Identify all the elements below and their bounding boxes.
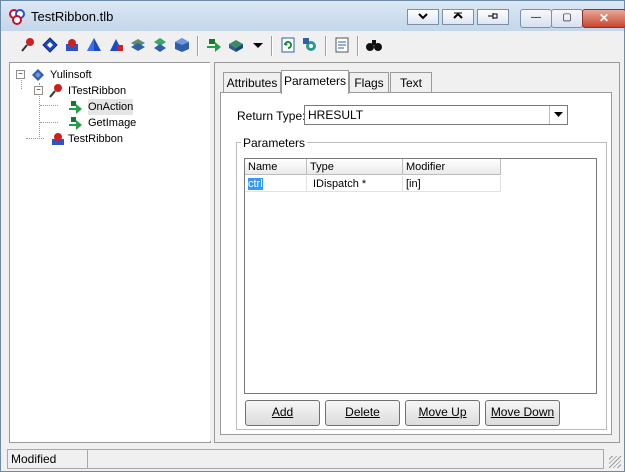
tree-line	[26, 138, 44, 139]
close-button[interactable]: ✕	[582, 9, 625, 28]
tile-icon[interactable]	[227, 36, 245, 54]
window-title: TestRibbon.tlb	[31, 9, 114, 24]
resize-grip-icon[interactable]	[609, 456, 621, 468]
diamond-icon[interactable]	[41, 36, 59, 54]
delete-button[interactable]: Delete	[325, 400, 400, 426]
move-down-button[interactable]: Move Down	[485, 400, 560, 426]
toolbar	[9, 32, 621, 60]
return-type-label: Return Type:	[237, 109, 306, 123]
coclass-icon	[52, 133, 64, 145]
selected-cell-text[interactable]: ctrl	[248, 178, 263, 190]
pyramid-icon[interactable]	[85, 36, 103, 54]
parameters-group-title: Parameters	[241, 136, 308, 150]
cube-icon[interactable]	[173, 36, 191, 54]
method-icon	[69, 101, 82, 114]
add-button-label: Add	[271, 405, 294, 419]
layers-icon[interactable]	[129, 36, 147, 54]
pin-button[interactable]	[477, 9, 509, 25]
chevron-down-icon	[418, 13, 428, 20]
status-panel	[87, 449, 604, 469]
minimize-icon: —	[531, 12, 541, 23]
tree-item-testribbon[interactable]: TestRibbon	[68, 131, 123, 147]
tab-attributes[interactable]: Attributes	[223, 72, 281, 93]
chevron-up-icon	[453, 12, 463, 19]
tree-item-yulinsoft[interactable]: Yulinsoft	[50, 67, 92, 83]
status-text: Modified	[7, 449, 88, 469]
library-icon	[32, 69, 44, 81]
table-row-cell-modifier[interactable]: [in]	[403, 176, 501, 192]
root-expander[interactable]: −	[16, 70, 25, 79]
pin-icon[interactable]	[19, 36, 37, 54]
refresh-icon[interactable]	[279, 36, 297, 54]
parameters-list[interactable]: Name Type Modifier ctrl IDispatch * [in]	[244, 158, 597, 394]
down-arrow-button[interactable]	[407, 9, 439, 25]
toolbar-separator	[357, 36, 359, 56]
top-button[interactable]	[442, 9, 474, 25]
minimize-button[interactable]: —	[520, 9, 552, 28]
interface-pin-icon	[49, 84, 62, 98]
main-window: TestRibbon.tlb — ▢ ✕ − Yulinsoft − ITest…	[0, 0, 625, 472]
shape-icon[interactable]	[107, 36, 125, 54]
move-up-button[interactable]: Move Up	[405, 400, 480, 426]
status-bar: Modified	[1, 447, 624, 471]
toolbar-separator	[325, 36, 327, 56]
delete-button-label: Delete	[345, 405, 380, 419]
column-header-type[interactable]: Type	[307, 159, 403, 175]
return-type-value: HRESULT	[308, 108, 364, 122]
tree-item-onaction[interactable]: OnAction	[88, 99, 134, 115]
tree-line	[40, 105, 58, 106]
document-icon[interactable]	[333, 36, 351, 54]
table-row-cell-type[interactable]: IDispatch *	[307, 176, 403, 192]
move-down-button-label: Move Down	[490, 405, 555, 419]
gear-icon[interactable]	[301, 36, 319, 54]
binoculars-icon[interactable]	[365, 36, 383, 54]
app-icon	[9, 9, 25, 25]
tab-text[interactable]: Text	[390, 72, 432, 93]
toolbar-separator	[271, 36, 273, 56]
maximize-button[interactable]: ▢	[551, 9, 583, 28]
interface-expander[interactable]: −	[34, 86, 43, 95]
column-header-name[interactable]: Name	[245, 159, 307, 175]
method-icon	[69, 117, 82, 130]
add-button[interactable]: Add	[245, 400, 320, 426]
type-library-tree[interactable]: − Yulinsoft − ITestRibbon OnAction GetIm…	[9, 62, 211, 443]
maximize-icon: ▢	[562, 12, 572, 23]
tree-item-itestribbon[interactable]: ITestRibbon	[68, 83, 126, 99]
box-icon[interactable]	[63, 36, 81, 54]
tree-line	[40, 122, 58, 123]
column-header-modifier[interactable]: Modifier	[403, 159, 501, 175]
arrow-icon[interactable]	[205, 36, 223, 54]
stack-icon[interactable]	[151, 36, 169, 54]
table-row-cell-name[interactable]: ctrl	[245, 176, 307, 192]
title-bar[interactable]: TestRibbon.tlb — ▢ ✕	[1, 1, 625, 31]
close-icon: ✕	[598, 11, 610, 25]
toolbar-separator	[197, 36, 199, 56]
move-up-button-label: Move Up	[418, 405, 467, 419]
return-type-select[interactable]: HRESULT	[304, 105, 568, 125]
tab-parameters[interactable]: Parameters	[281, 70, 349, 94]
tree-item-getimage[interactable]: GetImage	[88, 115, 136, 131]
chevron-down-icon[interactable]	[549, 106, 567, 124]
tab-flags[interactable]: Flags	[349, 72, 389, 93]
pin-icon	[488, 13, 498, 19]
dropdown-icon[interactable]	[249, 36, 267, 54]
